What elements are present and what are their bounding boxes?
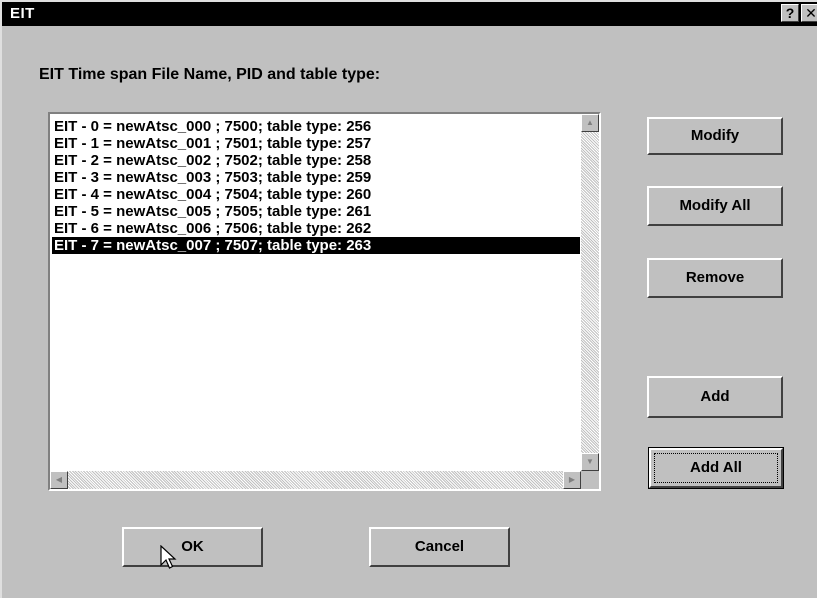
list-item[interactable]: EIT - 6 = newAtsc_006 ; 7506; table type…: [52, 220, 580, 237]
scroll-down-button[interactable]: ▼: [581, 453, 599, 471]
remove-button[interactable]: Remove: [647, 258, 783, 298]
cancel-button-label: Cancel: [414, 538, 465, 555]
help-button[interactable]: ?: [781, 4, 799, 22]
ok-button[interactable]: OK: [122, 527, 263, 567]
horizontal-scrollbar[interactable]: ◀ ▶: [50, 471, 581, 489]
scroll-up-button[interactable]: ▲: [581, 114, 599, 132]
ok-button-label: OK: [181, 538, 204, 555]
vertical-scrollbar[interactable]: ▲ ▼: [581, 114, 599, 471]
modify-all-button[interactable]: Modify All: [647, 186, 783, 226]
title-bar[interactable]: EIT ? ✕: [2, 2, 817, 26]
list-item[interactable]: EIT - 7 = newAtsc_007 ; 7507; table type…: [52, 237, 580, 254]
scroll-right-button[interactable]: ▶: [563, 471, 581, 489]
list-caption: EIT Time span File Name, PID and table t…: [39, 66, 381, 83]
modify-button-label: Modify: [690, 127, 740, 144]
close-button[interactable]: ✕: [801, 4, 817, 22]
mouse-pointer-icon: [160, 545, 177, 569]
list-item[interactable]: EIT - 0 = newAtsc_000 ; 7500; table type…: [52, 118, 580, 135]
eit-list-box[interactable]: EIT - 0 = newAtsc_000 ; 7500; table type…: [48, 112, 601, 491]
list-item[interactable]: EIT - 2 = newAtsc_002 ; 7502; table type…: [52, 152, 580, 169]
cancel-button[interactable]: Cancel: [369, 527, 510, 567]
add-button[interactable]: Add: [647, 376, 783, 418]
list-item[interactable]: EIT - 4 = newAtsc_004 ; 7504; table type…: [52, 186, 580, 203]
modify-all-button-label: Modify All: [679, 197, 751, 214]
modify-button[interactable]: Modify: [647, 117, 783, 155]
list-item[interactable]: EIT - 3 = newAtsc_003 ; 7503; table type…: [52, 169, 580, 186]
scroll-left-button[interactable]: ◀: [50, 471, 68, 489]
add-button-label: Add: [700, 388, 730, 405]
remove-button-label: Remove: [685, 269, 745, 286]
add-all-button[interactable]: Add All: [648, 447, 784, 489]
focus-rectangle: [654, 453, 778, 483]
scrollbar-corner: [581, 471, 599, 489]
list-item[interactable]: EIT - 5 = newAtsc_005 ; 7505; table type…: [52, 203, 580, 220]
window-title: EIT: [10, 5, 35, 22]
eit-dialog: EIT ? ✕ EIT Time span File Name, PID and…: [0, 0, 817, 598]
list-item[interactable]: EIT - 1 = newAtsc_001 ; 7501; table type…: [52, 135, 580, 152]
eit-list-items: EIT - 0 = newAtsc_000 ; 7500; table type…: [52, 118, 580, 254]
